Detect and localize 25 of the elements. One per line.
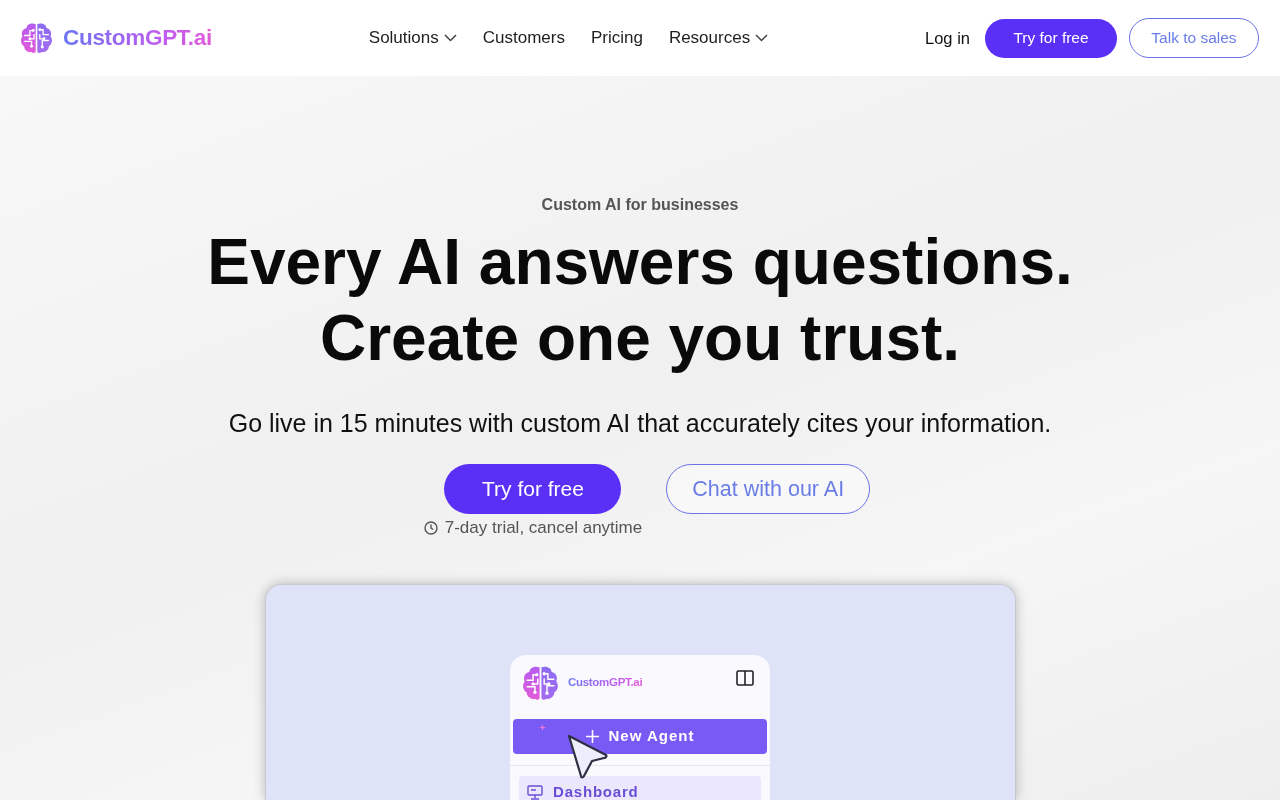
clock-icon	[423, 521, 438, 535]
login-link[interactable]: Log in	[925, 28, 970, 48]
subtitle: Go live in 15 minutes with custom AI that accurately cites your information.	[228, 408, 1052, 438]
monitor-icon	[527, 784, 543, 800]
chat-with-ai-button[interactable]: Chat with our AI	[666, 464, 871, 514]
chevron-down-icon	[755, 34, 769, 42]
brain-logo-icon	[522, 665, 559, 701]
nav-link[interactable]: Pricing	[590, 28, 643, 48]
trial-note: 7-day trial, cancel anytime	[444, 518, 643, 538]
nav-link[interactable]: Resources	[668, 28, 769, 48]
sidebar-menu-item[interactable]: Dashboard	[519, 776, 761, 800]
new-agent-button[interactable]: New Agent	[513, 719, 767, 754]
headline: Every AI answers questions.	[207, 225, 1073, 300]
talk-to-sales-button[interactable]: Talk to sales	[1129, 18, 1259, 58]
nav-link[interactable]: Customers	[482, 28, 565, 48]
chevron-down-icon	[443, 34, 457, 42]
sparkle-icon	[539, 724, 546, 731]
plus-icon	[585, 730, 599, 743]
nav-link[interactable]: Solutions	[368, 28, 457, 48]
try-for-free-button[interactable]: Try for free	[444, 464, 622, 514]
headline: Create one you trust.	[319, 301, 961, 376]
sidebar-toggle-icon[interactable]	[736, 670, 754, 686]
eyebrow-text: Custom AI for businesses	[541, 195, 739, 215]
brain-logo-icon	[20, 22, 53, 54]
try-for-free-button[interactable]: Try for free	[985, 18, 1117, 58]
